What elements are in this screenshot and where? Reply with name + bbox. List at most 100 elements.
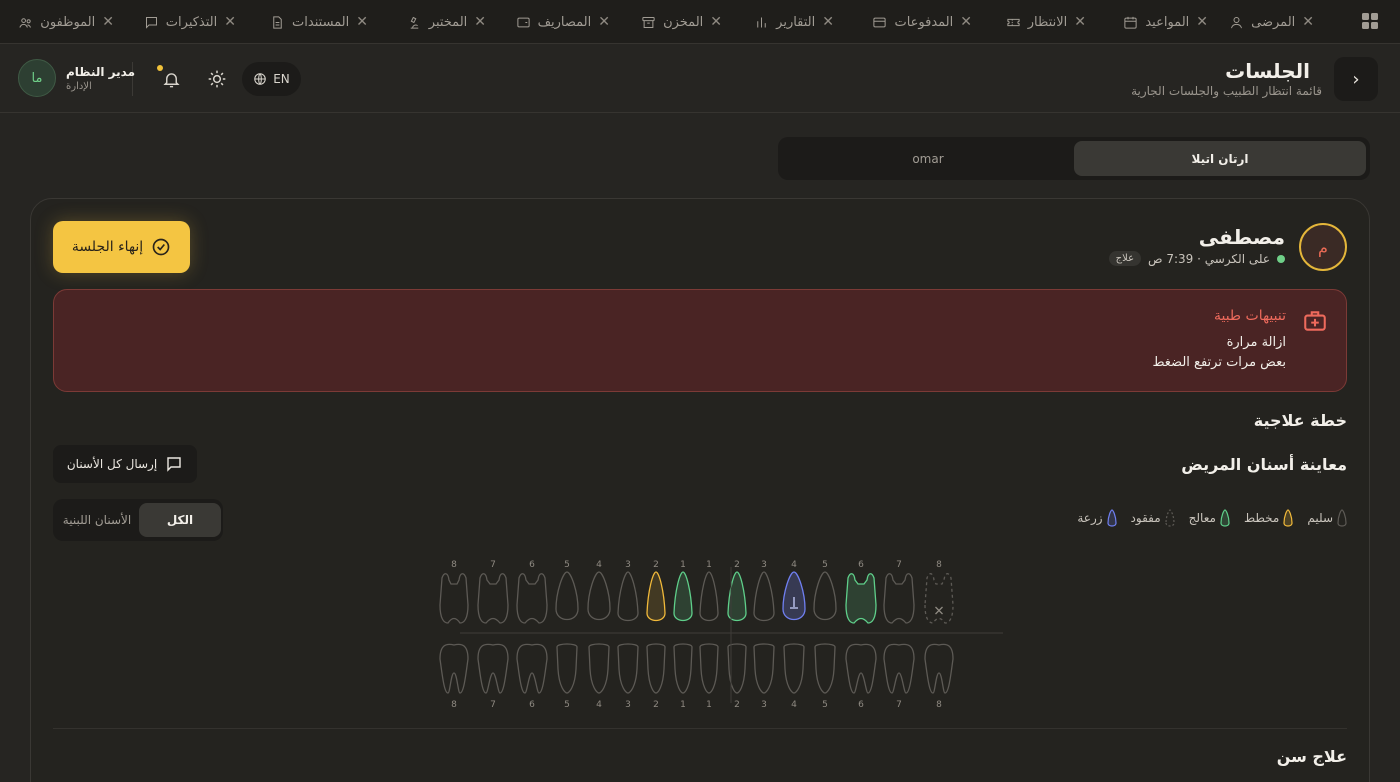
back-button[interactable]: › [1334, 57, 1378, 101]
tooth-upper-right-7[interactable] [883, 573, 915, 624]
tooth-treatment-title: علاج سن [1276, 747, 1347, 766]
tab-waiting[interactable]: الانتظار ✕ [1006, 0, 1086, 44]
apps-grid-icon[interactable] [1362, 13, 1378, 29]
tooth-number: 2 [653, 560, 659, 570]
tooth-number: 7 [896, 560, 902, 570]
tooth-upper-left-6[interactable] [516, 573, 548, 624]
tooth-icon [1220, 509, 1230, 527]
tooth-lower-right-6[interactable] [845, 643, 877, 694]
alerts-title: تنبيهات طبية [1213, 308, 1286, 324]
close-icon[interactable]: ✕ [960, 14, 972, 30]
tab-documents[interactable]: المستندات ✕ [270, 0, 368, 44]
tooth-number: 2 [734, 560, 740, 570]
tooth-upper-left-5[interactable] [555, 571, 579, 621]
tooth-lower-right-8[interactable] [924, 643, 954, 694]
bell-icon [162, 72, 180, 87]
close-icon[interactable]: ✕ [102, 14, 114, 30]
tab-lab[interactable]: المختبر ✕ [407, 0, 486, 44]
tab-bar: المرضى ✕ المواعيد ✕ الانتظار ✕ المدفوعات… [0, 0, 1400, 44]
tooth-upper-left-4[interactable] [587, 571, 611, 621]
tooth-number: 1 [680, 560, 686, 570]
tab-reports[interactable]: التقارير ✕ [754, 0, 834, 44]
close-icon[interactable]: ✕ [1302, 14, 1314, 30]
tooth-upper-left-8[interactable] [439, 573, 469, 624]
tooth-number: 8 [936, 700, 942, 710]
credit-card-icon [873, 17, 887, 27]
patient-meta: على الكرسي · 7:39 ص علاج [1108, 251, 1285, 266]
tooth-lower-right-5[interactable] [814, 643, 836, 694]
theme-toggle-button[interactable] [205, 67, 229, 91]
doctor-tab-omar[interactable]: omar [782, 141, 1074, 176]
tooth-upper-left-1[interactable] [673, 571, 693, 622]
tab-payments[interactable]: المدفوعات ✕ [872, 0, 972, 44]
treatment-plan-title: خطة علاجية [1253, 411, 1347, 430]
tooth-lower-left-5[interactable] [556, 643, 578, 694]
user-role: الإدارة [66, 81, 92, 92]
tooth-upper-right-5[interactable] [813, 571, 837, 621]
close-icon[interactable]: ✕ [474, 14, 486, 30]
tooth-upper-left-2[interactable] [646, 571, 666, 622]
tab-appointments[interactable]: المواعيد ✕ [1123, 0, 1208, 44]
dental-chart: 1 2 3 4 5 6 7 8 1 2 3 4 5 6 7 8 1 2 3 4 5 6 7 8 1 2 3 4 5 6 7 8 [427, 557, 1003, 715]
page-title: الجلسات [1225, 59, 1310, 83]
tooth-upper-right-8[interactable] [924, 573, 954, 624]
tooth-upper-right-6[interactable] [845, 573, 877, 624]
tooth-lower-left-6[interactable] [516, 643, 548, 694]
notification-dot [157, 65, 163, 71]
legend-label: زرعة [1077, 511, 1103, 525]
tooth-number: 3 [761, 560, 767, 570]
doctor-tab-active[interactable]: ارتان اتيلا [1074, 141, 1366, 176]
filter-all[interactable]: الكل [139, 503, 221, 537]
tooth-lower-left-4[interactable] [588, 643, 610, 694]
tab-label: المصاريف [537, 14, 592, 30]
tooth-lower-left-8[interactable] [439, 643, 469, 694]
tooth-number: 7 [896, 700, 902, 710]
close-icon[interactable]: ✕ [598, 14, 610, 30]
tooth-lower-right-3[interactable] [753, 643, 775, 694]
tab-label: التقارير [776, 14, 816, 30]
close-icon[interactable]: ✕ [1196, 14, 1208, 30]
tooth-lower-right-7[interactable] [883, 643, 915, 694]
sun-icon [208, 70, 226, 88]
tooth-number: 3 [625, 560, 631, 570]
send-all-teeth-button[interactable]: إرسال كل الأسنان [53, 445, 197, 483]
tooth-number: 1 [706, 560, 712, 570]
tab-reminders[interactable]: التذكيرات ✕ [144, 0, 236, 44]
tooth-upper-left-3[interactable] [617, 571, 639, 622]
alert-line: ازالة مرارة [1226, 335, 1286, 350]
tooth-number: 6 [529, 560, 535, 570]
tooth-number: 7 [490, 560, 496, 570]
tooth-lower-left-1[interactable] [673, 643, 693, 694]
tab-expenses[interactable]: المصاريف ✕ [516, 0, 610, 44]
tooth-number: 2 [734, 700, 740, 710]
filter-primary-teeth[interactable]: الأسنان اللبنية [57, 503, 137, 537]
tab-storage[interactable]: المخزن ✕ [641, 0, 722, 44]
page-header: › الجلسات قائمة انتظار الطبيب والجلسات ا… [0, 45, 1400, 113]
tab-staff[interactable]: الموظفون ✕ [18, 0, 114, 44]
end-session-button[interactable]: إنهاء الجلسة [53, 221, 190, 273]
session-card: م مصطفى على الكرسي · 7:39 ص علاج إنهاء ا… [30, 198, 1370, 782]
tooth-number: 6 [858, 700, 864, 710]
close-icon[interactable]: ✕ [822, 14, 834, 30]
language-label: EN [273, 72, 290, 86]
user-avatar[interactable]: ما [18, 59, 56, 97]
missing-marker[interactable] [935, 606, 943, 615]
close-icon[interactable]: ✕ [1074, 14, 1086, 30]
tooth-lower-right-1[interactable] [699, 643, 719, 694]
tooth-upper-left-7[interactable] [477, 573, 509, 624]
close-icon[interactable]: ✕ [356, 14, 368, 30]
tooth-lower-left-7[interactable] [477, 643, 509, 694]
medical-alerts: تنبيهات طبية ازالة مرارة بعض مرات ترتفع … [53, 289, 1347, 392]
tooth-upper-right-1[interactable] [699, 571, 719, 622]
language-button[interactable]: EN [242, 62, 301, 96]
close-icon[interactable]: ✕ [224, 14, 236, 30]
tooth-lower-left-3[interactable] [617, 643, 639, 694]
tooth-upper-right-4[interactable] [782, 571, 806, 621]
notifications-button[interactable] [159, 67, 183, 91]
teeth-filter-toggle: الكل الأسنان اللبنية [53, 499, 223, 541]
close-icon[interactable]: ✕ [710, 14, 722, 30]
tooth-upper-right-3[interactable] [753, 571, 775, 622]
tooth-lower-left-2[interactable] [646, 643, 666, 694]
tooth-lower-right-4[interactable] [783, 643, 805, 694]
tab-patients[interactable]: المرضى ✕ [1229, 0, 1314, 44]
